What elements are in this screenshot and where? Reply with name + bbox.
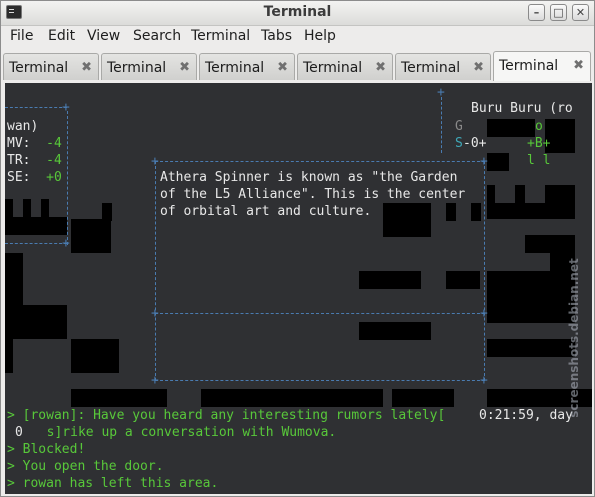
menu-search[interactable]: Search — [133, 28, 181, 44]
location-name: Buru Buru (ro — [471, 101, 573, 116]
border-corner: + — [151, 306, 159, 321]
popup-text-line: of orbital art and culture. — [160, 204, 372, 219]
popup-border — [155, 161, 156, 381]
map-glyph: G — [455, 119, 463, 134]
map-wall — [5, 253, 23, 305]
map-wall — [201, 389, 383, 407]
tab-close-icon[interactable]: ✖ — [375, 60, 386, 75]
map-wall — [5, 217, 67, 235]
border-corner: + — [62, 236, 70, 251]
tab-bar: Terminal ✖ Terminal ✖ Terminal ✖ Termina… — [1, 51, 594, 81]
popup-border — [155, 380, 485, 381]
tab-terminal-6-active[interactable]: Terminal ✖ — [493, 51, 591, 81]
popup-text-line: Athera Spinner is known as "the Garden — [160, 170, 458, 185]
map-wall — [487, 153, 509, 171]
tab-close-icon[interactable]: ✖ — [573, 58, 584, 73]
popup-border — [155, 161, 485, 162]
minimize-button[interactable]: – — [528, 4, 545, 21]
location-border — [441, 97, 442, 153]
map-wall — [487, 339, 575, 357]
stats-line: SE: +0 — [7, 170, 62, 185]
menu-tabs[interactable]: Tabs — [261, 28, 292, 44]
log-line: > rowan has left this area. — [7, 476, 219, 491]
tab-terminal-3[interactable]: Terminal ✖ — [199, 53, 295, 80]
tab-label: Terminal — [107, 60, 167, 76]
map-wall — [71, 219, 111, 253]
map-wall — [71, 389, 167, 407]
title-bar[interactable]: Terminal – □ ✕ — [1, 1, 594, 26]
tab-label: Terminal — [205, 60, 265, 76]
log-counter: 0 — [15, 425, 23, 440]
stats-line: wan) — [7, 119, 39, 134]
menu-file[interactable]: File — [10, 28, 33, 44]
border-corner: + — [480, 373, 488, 388]
map-wall — [487, 271, 575, 323]
map-wall — [5, 339, 13, 373]
map-wall — [487, 185, 495, 203]
tab-terminal-4[interactable]: Terminal ✖ — [297, 53, 393, 80]
popup-text-line: of the L5 Alliance". This is the center — [160, 187, 466, 202]
terminal-screen[interactable]: + + wan) MV: -4 TR: -4 SE: +0 + Buru Bur… — [5, 83, 592, 494]
map-glyph: -0+ — [463, 136, 487, 151]
stats-line: TR: -4 — [7, 153, 62, 168]
border-corner: + — [62, 100, 70, 115]
map-wall — [545, 185, 575, 203]
tab-label: Terminal — [499, 58, 559, 74]
info-popup: + + + + + + Athera Spinner is known as "… — [151, 155, 488, 387]
tab-terminal-1[interactable]: Terminal ✖ — [3, 53, 99, 80]
maximize-button[interactable]: □ — [550, 4, 567, 21]
window-title: Terminal — [263, 4, 332, 20]
border-corner: + — [151, 154, 159, 169]
map-wall — [5, 199, 13, 217]
tab-label: Terminal — [401, 60, 461, 76]
map-wall — [392, 389, 454, 407]
watermark: screenshots.debian.net — [564, 213, 584, 463]
stats-line: MV: -4 — [7, 136, 62, 151]
menu-terminal[interactable]: Terminal — [191, 28, 250, 44]
menu-bar: File Edit View Search Terminal Tabs Help — [1, 26, 594, 48]
menu-edit[interactable]: Edit — [48, 28, 75, 44]
tab-label: Terminal — [303, 60, 363, 76]
map-glyph: o — [535, 119, 543, 134]
map-glyph: l l — [527, 153, 551, 168]
terminal-window: Terminal – □ ✕ File Edit View Search Ter… — [0, 0, 595, 497]
map-wall — [487, 203, 575, 219]
border-corner: + — [480, 306, 488, 321]
map-wall — [515, 185, 525, 203]
stats-border — [67, 111, 68, 245]
log-line: > Blocked! — [7, 442, 86, 457]
map-glyph: +B+ — [527, 136, 551, 151]
game-clock: 0:21:59, day — [479, 408, 573, 423]
map-wall — [71, 339, 119, 373]
log-line: > You open the door. — [7, 459, 164, 474]
log-line: s]rike up a conversation with Wumova. — [31, 425, 337, 440]
map-wall — [41, 199, 49, 217]
tab-terminal-5[interactable]: Terminal ✖ — [395, 53, 491, 80]
popup-border — [155, 313, 485, 314]
map-glyph: S — [455, 136, 463, 151]
tab-close-icon[interactable]: ✖ — [179, 60, 190, 75]
watermark-text: screenshots.debian.net — [567, 258, 581, 418]
menu-view[interactable]: View — [87, 28, 120, 44]
map-wall — [23, 199, 31, 217]
popup-border — [484, 161, 485, 381]
tab-close-icon[interactable]: ✖ — [277, 60, 288, 75]
close-button[interactable]: ✕ — [572, 4, 589, 21]
tab-close-icon[interactable]: ✖ — [473, 60, 484, 75]
log-line: > [rowan]: Have you heard any interestin… — [7, 408, 446, 423]
tab-label: Terminal — [9, 60, 69, 76]
menu-help[interactable]: Help — [304, 28, 336, 44]
stats-border — [5, 107, 67, 108]
border-corner: + — [480, 154, 488, 169]
map-wall — [5, 305, 67, 339]
border-corner: + — [151, 373, 159, 388]
tab-terminal-2[interactable]: Terminal ✖ — [101, 53, 197, 80]
stats-border — [5, 243, 67, 244]
tab-close-icon[interactable]: ✖ — [81, 60, 92, 75]
